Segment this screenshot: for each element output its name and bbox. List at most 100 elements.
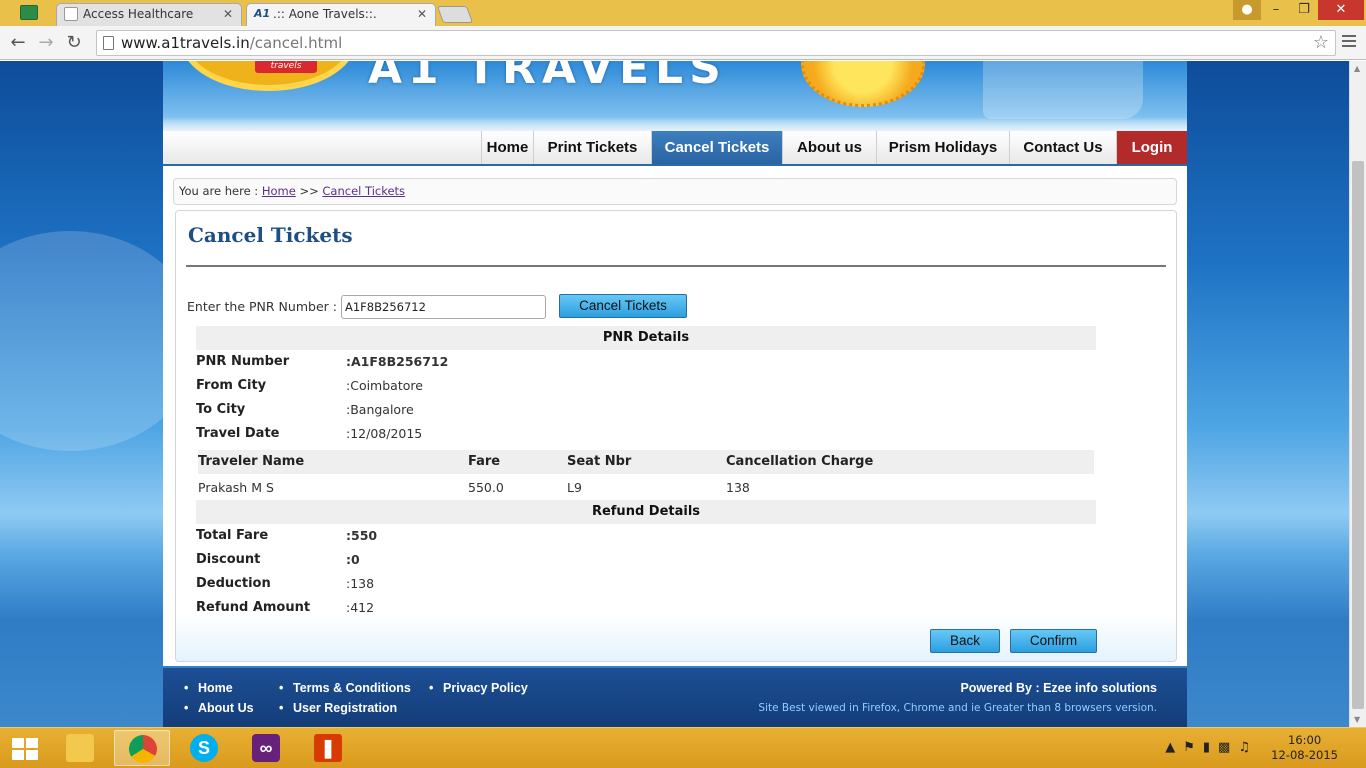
pnr-label: Enter the PNR Number : bbox=[187, 299, 337, 314]
col-fare: Fare bbox=[468, 454, 501, 469]
visual-studio-icon[interactable]: ∞ bbox=[238, 730, 294, 766]
breadcrumb-home-link[interactable]: Home bbox=[262, 184, 296, 198]
site-container: travels A1 TRAVELS Home Print Tickets Ca… bbox=[163, 61, 1187, 727]
travel-date-label: Travel Date bbox=[196, 426, 280, 441]
tab-title: Access Healthcare bbox=[83, 7, 194, 21]
powered-by: Powered By : Ezee info solutions bbox=[960, 681, 1157, 695]
award-seal-icon bbox=[801, 61, 925, 107]
new-tab-button[interactable] bbox=[436, 6, 474, 23]
traveler-name-cell: Prakash M S bbox=[198, 480, 274, 495]
cancel-tickets-panel: Cancel Tickets Enter the PNR Number : Ca… bbox=[175, 210, 1177, 662]
bus-image bbox=[983, 61, 1143, 119]
scrollbar-thumb[interactable] bbox=[1352, 161, 1364, 709]
pnr-number-value: :A1F8B256712 bbox=[346, 354, 449, 369]
title-divider bbox=[186, 265, 1166, 267]
deduction-label: Deduction bbox=[196, 576, 271, 591]
tab-access-healthcare[interactable]: Access Healthcare ✕ bbox=[56, 3, 242, 26]
nav-contact-us[interactable]: Contact Us bbox=[1009, 131, 1116, 164]
menu-icon[interactable] bbox=[1342, 35, 1356, 50]
page-icon bbox=[103, 36, 114, 50]
col-seat-nbr: Seat Nbr bbox=[567, 454, 632, 469]
tab-aone-travels[interactable]: A1 .:: Aone Travels::. ✕ bbox=[246, 3, 436, 26]
close-tab-icon[interactable]: ✕ bbox=[417, 4, 427, 24]
footer-link-privacy-policy[interactable]: Privacy Policy bbox=[429, 681, 528, 695]
nav-print-tickets[interactable]: Print Tickets bbox=[533, 131, 651, 164]
footer-link-about-us[interactable]: About Us bbox=[184, 701, 253, 715]
back-button[interactable]: Back bbox=[930, 629, 1000, 653]
site-wordmark: A1 TRAVELS bbox=[368, 61, 727, 94]
total-fare-value: :550 bbox=[346, 528, 378, 543]
forward-arrow-icon[interactable]: → bbox=[34, 31, 58, 55]
pnr-number-label: PNR Number bbox=[196, 354, 290, 369]
confirm-button[interactable]: Confirm bbox=[1010, 629, 1097, 653]
footer-link-user-registration[interactable]: User Registration bbox=[279, 701, 397, 715]
file-explorer-icon[interactable] bbox=[52, 730, 108, 766]
windows-taskbar: S ∞ ❚ ▲⚑▮▩♫ 16:00 12-08-2015 bbox=[0, 727, 1366, 768]
nav-home[interactable]: Home bbox=[481, 131, 533, 164]
main-content: You are here : Home >> Cancel Tickets Ca… bbox=[163, 166, 1187, 666]
cancel-tickets-button[interactable]: Cancel Tickets bbox=[559, 294, 687, 318]
office-icon[interactable]: ❚ bbox=[300, 730, 356, 766]
nav-about-us[interactable]: About us bbox=[782, 131, 876, 164]
seat-cell: L9 bbox=[567, 480, 582, 495]
fare-cell: 550.0 bbox=[468, 480, 504, 495]
page-title: Cancel Tickets bbox=[188, 223, 353, 247]
footer-link-terms[interactable]: Terms & Conditions bbox=[279, 681, 411, 695]
refund-amount-label: Refund Amount bbox=[196, 600, 311, 615]
col-cancellation-charge: Cancellation Charge bbox=[726, 454, 874, 469]
restore-icon[interactable]: ❐ bbox=[1290, 0, 1318, 20]
logo-tag: travels bbox=[255, 61, 317, 73]
pnr-details-heading: PNR Details bbox=[196, 326, 1096, 350]
clock-date: 12-08-2015 bbox=[1271, 748, 1338, 762]
taskbar-clock[interactable]: 16:00 12-08-2015 bbox=[1271, 733, 1338, 763]
browser-toolbar: ← → ↻ www.a1travels.in/cancel.html ☆ bbox=[0, 26, 1366, 60]
system-tray[interactable]: ▲⚑▮▩♫ bbox=[1165, 740, 1258, 755]
back-arrow-icon[interactable]: ← bbox=[6, 31, 30, 55]
table-row: Prakash M S 550.0 L9 138 bbox=[198, 475, 1094, 501]
from-city-label: From City bbox=[196, 378, 267, 393]
breadcrumb-separator: >> bbox=[299, 184, 319, 198]
reload-icon[interactable]: ↻ bbox=[62, 31, 86, 55]
breadcrumb-current-link[interactable]: Cancel Tickets bbox=[322, 184, 405, 198]
url-text: www.a1travels.in/cancel.html bbox=[121, 34, 343, 52]
windows-start-icon[interactable] bbox=[12, 738, 40, 760]
travel-date-value: :12/08/2015 bbox=[346, 426, 423, 441]
nav-login[interactable]: Login bbox=[1116, 131, 1187, 164]
refund-details-heading: Refund Details bbox=[196, 500, 1096, 524]
minimize-icon[interactable]: – bbox=[1262, 0, 1290, 20]
scroll-up-icon[interactable]: ▲ bbox=[1354, 64, 1360, 73]
breadcrumb: You are here : Home >> Cancel Tickets bbox=[173, 178, 1177, 205]
to-city-value: :Bangalore bbox=[346, 402, 414, 417]
document-icon bbox=[64, 7, 78, 21]
page-scrollbar[interactable]: ▲ ▼ bbox=[1349, 61, 1366, 727]
clock-time: 16:00 bbox=[1288, 733, 1322, 747]
close-tab-icon[interactable]: ✕ bbox=[223, 4, 233, 24]
chrome-icon[interactable] bbox=[114, 730, 170, 766]
page-viewport: travels A1 TRAVELS Home Print Tickets Ca… bbox=[0, 61, 1349, 727]
cancellation-charge-cell: 138 bbox=[726, 480, 750, 495]
browser-tabstrip: Access Healthcare ✕ A1 .:: Aone Travels:… bbox=[0, 0, 1366, 26]
nav-prism-holidays[interactable]: Prism Holidays bbox=[876, 131, 1009, 164]
best-viewed-note: Site Best viewed in Firefox, Chrome and … bbox=[758, 702, 1157, 714]
deduction-value: :138 bbox=[346, 576, 375, 591]
breadcrumb-prefix: You are here : bbox=[179, 184, 259, 198]
skype-icon[interactable]: S bbox=[176, 730, 232, 766]
footer-link-home[interactable]: Home bbox=[184, 681, 233, 695]
user-icon[interactable]: ● bbox=[1233, 0, 1261, 20]
pnr-input[interactable] bbox=[341, 295, 546, 319]
col-traveler-name: Traveler Name bbox=[198, 454, 305, 469]
scroll-down-icon[interactable]: ▼ bbox=[1354, 715, 1360, 724]
traveler-table-header: Traveler Name Fare Seat Nbr Cancellation… bbox=[198, 450, 1094, 474]
apps-icon[interactable] bbox=[20, 5, 38, 20]
discount-value: :0 bbox=[346, 552, 360, 567]
bookmark-star-icon[interactable]: ☆ bbox=[1313, 32, 1329, 53]
site-banner: travels A1 TRAVELS bbox=[163, 61, 1187, 131]
tab-title: .:: Aone Travels::. bbox=[273, 7, 377, 21]
to-city-label: To City bbox=[196, 402, 246, 417]
from-city-value: :Coimbatore bbox=[346, 378, 423, 393]
site-footer: Home About Us Terms & Conditions User Re… bbox=[163, 668, 1187, 727]
close-window-icon[interactable]: ✕ bbox=[1318, 0, 1364, 20]
address-bar[interactable]: www.a1travels.in/cancel.html ☆ bbox=[96, 30, 1336, 56]
main-nav: Home Print Tickets Cancel Tickets About … bbox=[163, 131, 1187, 166]
nav-cancel-tickets[interactable]: Cancel Tickets bbox=[651, 131, 782, 164]
